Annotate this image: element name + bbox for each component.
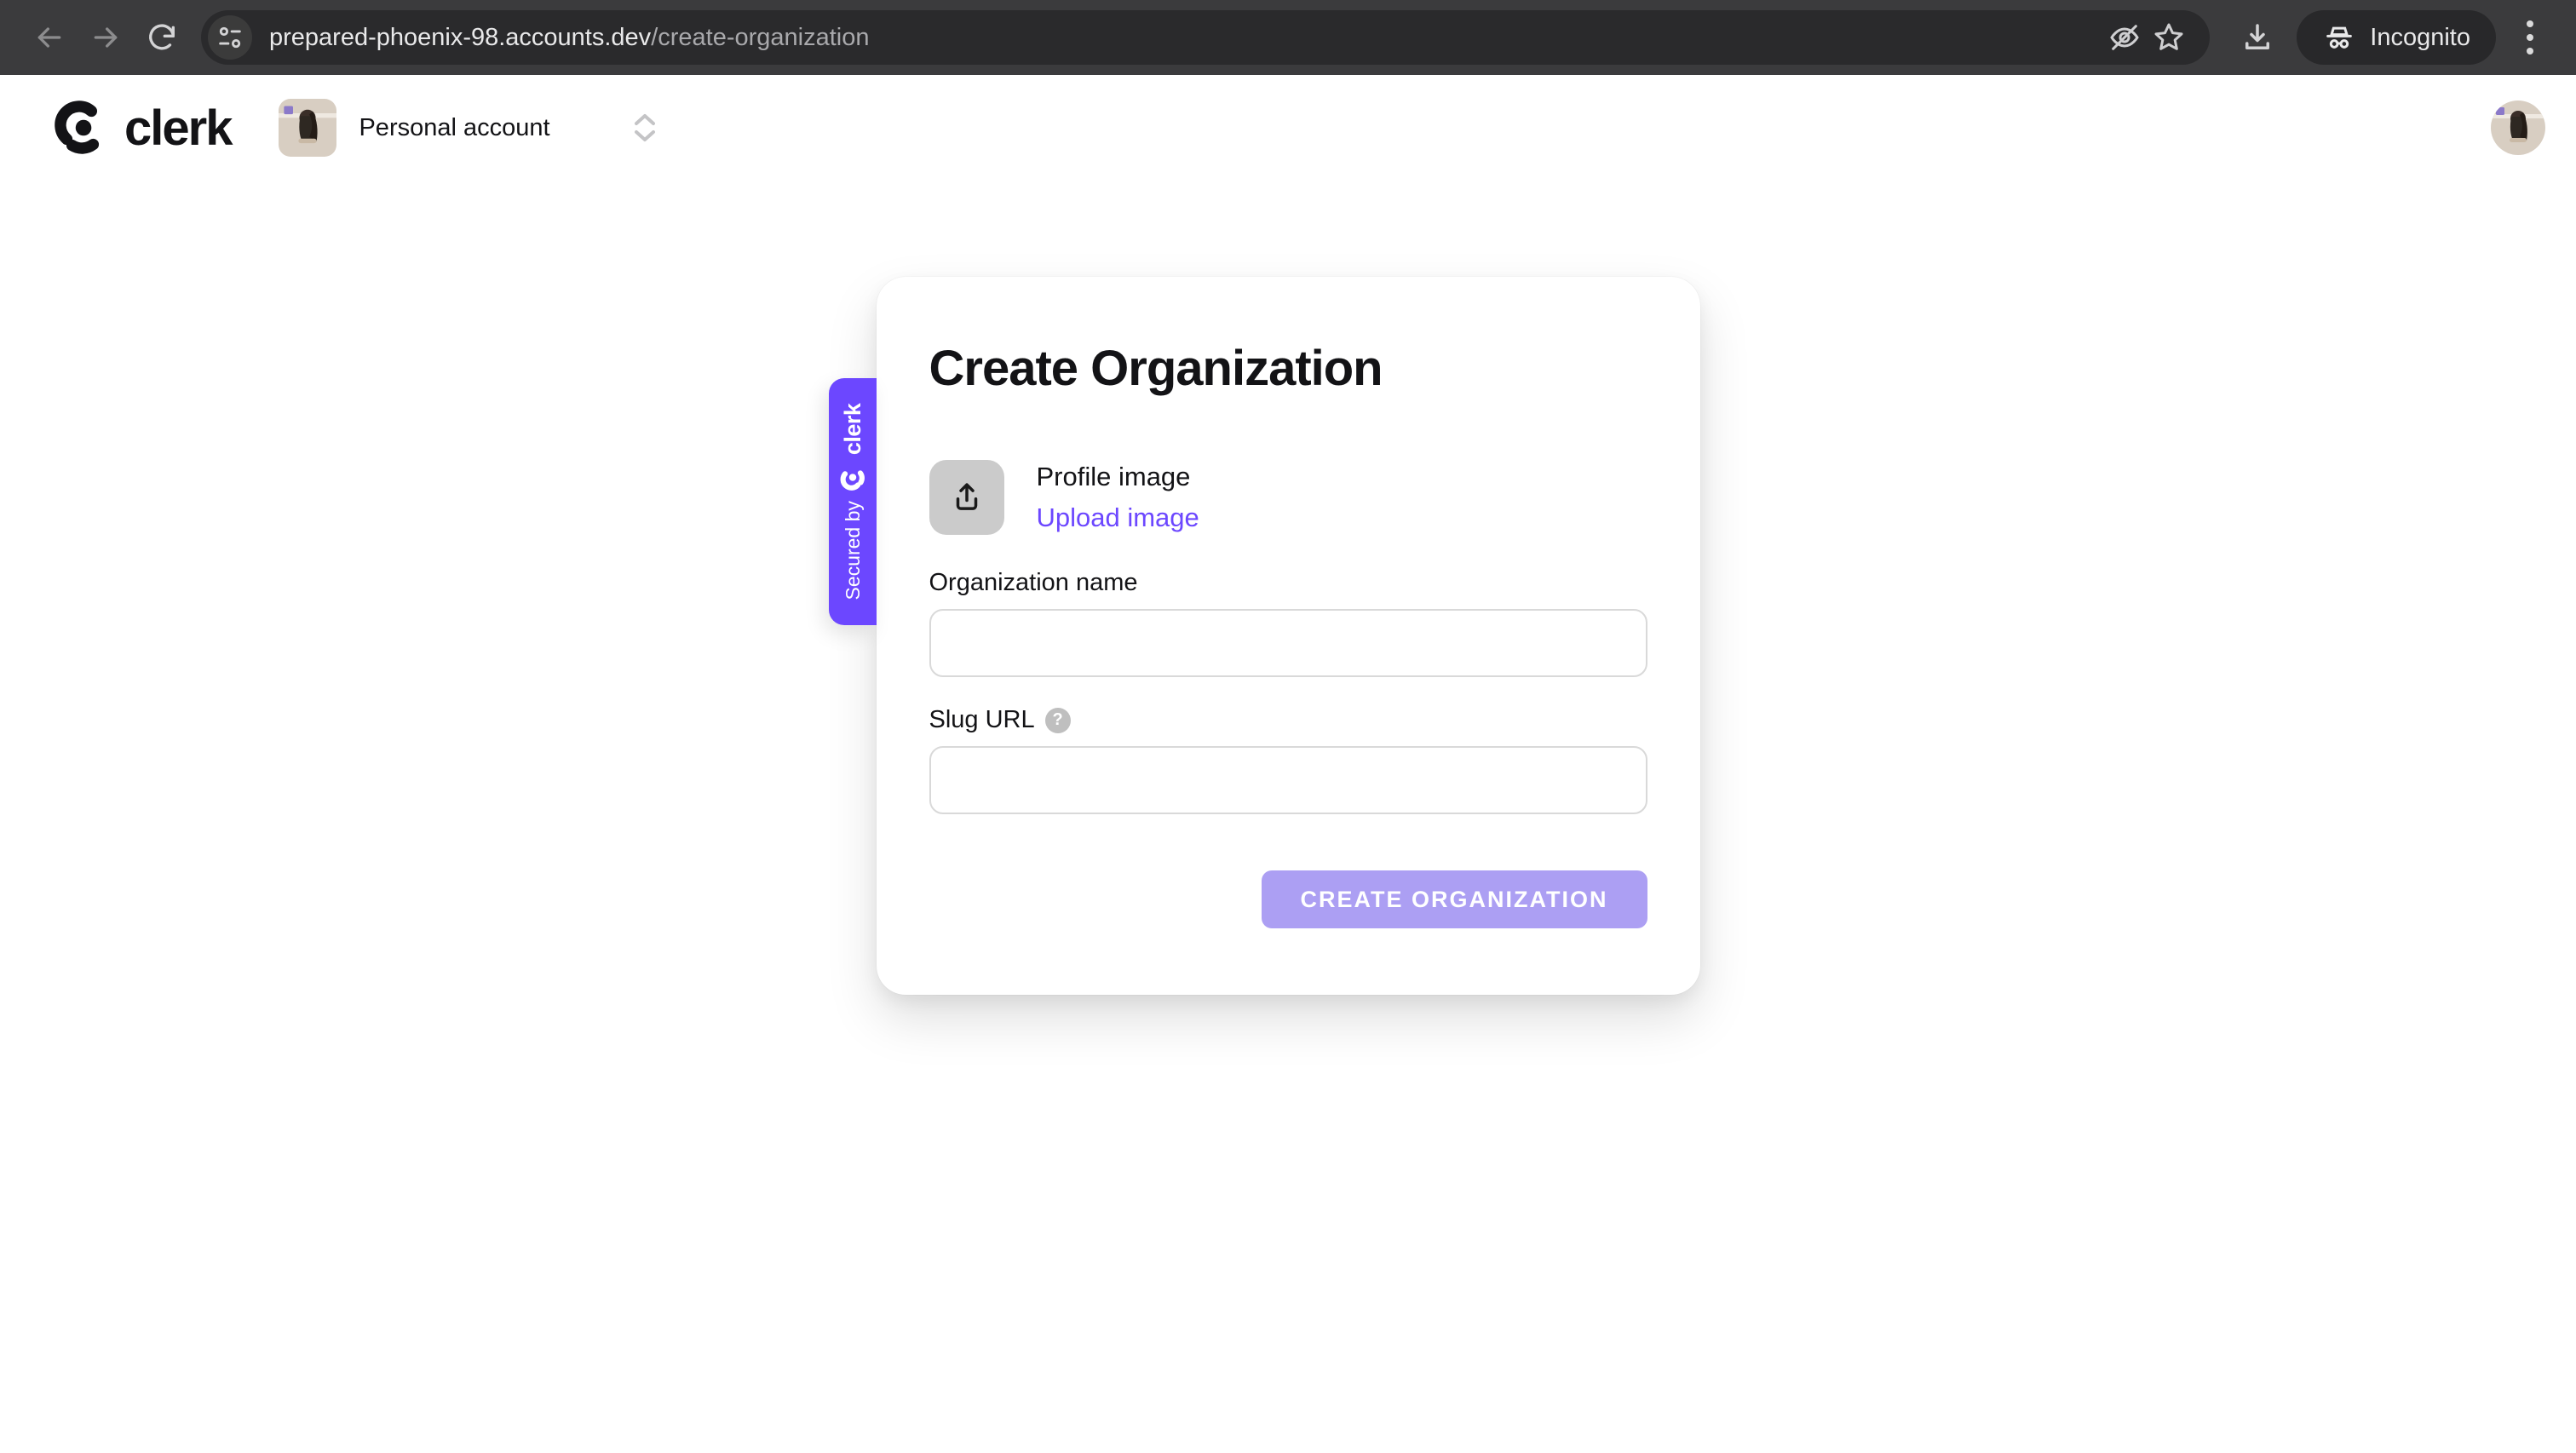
eye-off-icon — [2110, 25, 2140, 50]
account-switcher[interactable]: Personal account — [279, 99, 655, 157]
bookmark-star-button[interactable] — [2147, 15, 2191, 60]
organization-name-label: Organization name — [929, 569, 1138, 596]
user-menu-avatar[interactable] — [2491, 101, 2545, 155]
main-content: Secured by clerk Create Organization Pro… — [0, 181, 2576, 995]
download-button[interactable] — [2234, 14, 2281, 61]
profile-image-section: Profile image Upload image — [929, 460, 1647, 535]
secured-by-brand: clerk — [839, 403, 865, 456]
upload-image-link[interactable]: Upload image — [1037, 503, 1199, 533]
profile-image-label: Profile image — [1036, 462, 1191, 491]
site-header: clerk Personal account — [0, 75, 2576, 181]
url-path: /create-organization — [651, 23, 870, 51]
slug-url-input[interactable] — [929, 746, 1647, 814]
kebab-menu-icon — [2527, 20, 2533, 27]
url-domain: prepared-phoenix-98.accounts.dev — [269, 23, 652, 51]
browser-toolbar: prepared-phoenix-98.accounts.dev/create-… — [0, 0, 2576, 75]
clerk-logo-icon — [55, 101, 100, 154]
clerk-ribbon-logo-icon — [840, 470, 865, 491]
address-bar[interactable]: prepared-phoenix-98.accounts.dev/create-… — [201, 10, 2211, 65]
account-switcher-label: Personal account — [359, 113, 550, 141]
url-text: prepared-phoenix-98.accounts.dev/create-… — [269, 24, 2102, 52]
account-avatar — [279, 99, 337, 157]
chevron-updown-icon — [634, 113, 656, 142]
star-icon — [2154, 23, 2183, 50]
clerk-brand: clerk — [55, 100, 233, 157]
back-icon — [37, 27, 61, 48]
brand-wordmark: clerk — [124, 100, 233, 156]
incognito-label: Incognito — [2370, 23, 2470, 51]
site-settings-button[interactable] — [208, 15, 252, 60]
browser-menu-button[interactable] — [2510, 14, 2550, 61]
site-settings-icon — [219, 26, 241, 49]
upload-icon — [956, 483, 977, 510]
incognito-icon — [2326, 26, 2353, 49]
download-icon — [2245, 24, 2270, 49]
reload-button[interactable] — [138, 14, 186, 61]
incognito-badge: Incognito — [2297, 10, 2496, 65]
profile-image-upload-box[interactable] — [929, 460, 1004, 535]
create-organization-card: Secured by clerk Create Organization Pro… — [828, 277, 1700, 995]
eye-off-button[interactable] — [2102, 15, 2147, 60]
page-title: Create Organization — [929, 341, 1383, 396]
slug-url-label: Slug URL — [929, 706, 1035, 733]
forward-button[interactable] — [82, 14, 129, 61]
create-organization-button[interactable]: CREATE ORGANIZATION — [1261, 870, 1647, 928]
slug-help-icon[interactable]: ? — [1044, 707, 1071, 733]
forward-icon — [94, 27, 118, 48]
reload-icon — [149, 24, 175, 50]
organization-name-input[interactable] — [929, 609, 1647, 677]
back-button[interactable] — [26, 14, 73, 61]
secured-by-text: Secured by — [841, 501, 863, 600]
secured-by-clerk-ribbon[interactable]: Secured by clerk — [828, 378, 877, 625]
